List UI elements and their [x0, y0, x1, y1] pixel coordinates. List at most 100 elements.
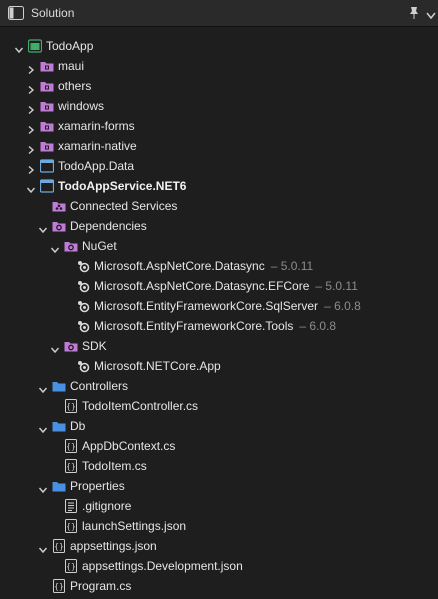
chevron-right-icon[interactable]: [26, 61, 36, 75]
chevron-right-icon[interactable]: [26, 81, 36, 95]
package-version: – 5.0.11: [315, 279, 358, 293]
connected-services-icon: [52, 199, 66, 213]
tree-item-label: Program.cs: [70, 579, 132, 593]
tree-item-label: SDK: [82, 339, 107, 353]
folder-icon: [52, 479, 66, 493]
tree-item-appdbcontext-cs[interactable]: {} AppDbContext.cs: [0, 436, 438, 456]
tree-item-label: xamarin-forms: [58, 119, 135, 133]
tree-item-label: AppDbContext.cs: [82, 439, 176, 453]
solution-pad-header: Solution: [0, 0, 438, 27]
tree-item-microsoft-netcore-app[interactable]: Microsoft.NETCore.App: [0, 356, 438, 376]
tree-item-nuget[interactable]: NuGet: [0, 236, 438, 256]
tree-item-label: others: [58, 79, 92, 93]
tree-item-program-cs[interactable]: {} Program.cs: [0, 576, 438, 596]
chevron-right-icon[interactable]: [26, 161, 36, 175]
chevron-down-icon[interactable]: [38, 421, 48, 434]
tree-item-label: TodoApp.Data: [58, 159, 135, 173]
code-file-icon: {}: [64, 459, 78, 473]
sidebar-toggle-icon[interactable]: [8, 6, 24, 23]
package-icon: [76, 299, 90, 313]
dependencies-folder-icon: [64, 339, 78, 353]
tree-item-label: windows: [58, 99, 105, 113]
tree-item-properties[interactable]: Properties: [0, 476, 438, 496]
tree-item-xamarin-native[interactable]: xamarin-native: [0, 136, 438, 156]
code-file-icon: {}: [64, 439, 78, 453]
chevron-down-icon[interactable]: [426, 9, 436, 23]
package-icon: [76, 259, 90, 273]
tree-item-windows[interactable]: windows: [0, 96, 438, 116]
chevron-down-icon[interactable]: [38, 221, 48, 234]
tree-item-label: .gitignore: [82, 499, 132, 513]
chevron-down-icon[interactable]: [26, 181, 36, 194]
text-file-icon: [64, 499, 78, 513]
solution-folder-icon: [40, 79, 54, 93]
tree-item-label: Dependencies: [70, 219, 147, 233]
package-version: – 5.0.11: [270, 259, 314, 273]
tree-item-appsettings-json[interactable]: {} appsettings.json: [0, 536, 438, 556]
tree-item-microsoft-entityframeworkcore-sqlserver[interactable]: Microsoft.EntityFrameworkCore.SqlServer –…: [0, 296, 438, 316]
chevron-down-icon[interactable]: [50, 241, 60, 254]
svg-text:{}: {}: [54, 582, 64, 591]
solution-folder-icon: [40, 139, 54, 153]
chevron-down-icon[interactable]: [38, 381, 48, 394]
tree-item-label: maui: [58, 59, 85, 73]
code-file-icon: {}: [64, 399, 78, 413]
tree-item-xamarin-forms[interactable]: xamarin-forms: [0, 116, 438, 136]
package-version: – 6.0.8: [299, 319, 337, 333]
tree-item-todoapp[interactable]: TodoApp: [0, 36, 438, 56]
tree-item-label: Properties: [70, 479, 125, 493]
tree-item-label: launchSettings.json: [82, 519, 187, 533]
tree-item-label: TodoItem.cs: [82, 459, 147, 473]
tree-item-label: Microsoft.EntityFrameworkCore.SqlServer –…: [94, 299, 361, 313]
pin-icon[interactable]: [409, 6, 419, 23]
tree-item-appsettings-development-json[interactable]: {} appsettings.Development.json: [0, 556, 438, 576]
chevron-down-icon[interactable]: [50, 341, 60, 354]
solution-folder-icon: [40, 119, 54, 133]
tree-item-label: xamarin-native: [58, 139, 137, 153]
tree-item-others[interactable]: others: [0, 76, 438, 96]
project-icon: [39, 159, 55, 173]
tree-item-dependencies[interactable]: Dependencies: [0, 216, 438, 236]
tree-item-gitignore[interactable]: .gitignore: [0, 496, 438, 516]
svg-text:{}: {}: [66, 522, 76, 531]
svg-text:{}: {}: [54, 542, 64, 551]
solution-tree: TodoApp maui others windows xamarin-forms xam…: [0, 36, 438, 596]
code-file-icon: {}: [52, 539, 66, 553]
tree-item-todoitem-cs[interactable]: {} TodoItem.cs: [0, 456, 438, 476]
tree-item-label: Microsoft.AspNetCore.Datasync.EFCore – 5.…: [94, 279, 358, 293]
tree-item-label: Connected Services: [70, 199, 178, 213]
tree-item-sdk[interactable]: SDK: [0, 336, 438, 356]
tree-item-db[interactable]: Db: [0, 416, 438, 436]
tree-item-launchsettings-json[interactable]: {} launchSettings.json: [0, 516, 438, 536]
tree-item-label: TodoItemController.cs: [82, 399, 199, 413]
folder-icon: [52, 379, 66, 393]
solution-icon: [27, 39, 43, 53]
tree-item-label: Controllers: [70, 379, 129, 393]
tree-item-microsoft-aspnetcore-datasync[interactable]: Microsoft.AspNetCore.Datasync – 5.0.11: [0, 256, 438, 276]
tree-item-todoappservice-net6[interactable]: TodoAppService.NET6: [0, 176, 438, 196]
tree-item-label: NuGet: [82, 239, 117, 253]
svg-text:{}: {}: [66, 402, 76, 411]
tree-item-label: Microsoft.EntityFrameworkCore.Tools – 6.0…: [94, 319, 337, 333]
tree-item-todoapp-data[interactable]: TodoApp.Data: [0, 156, 438, 176]
tree-item-label: TodoAppService.NET6: [58, 179, 187, 193]
package-icon: [76, 279, 90, 293]
chevron-down-icon[interactable]: [14, 41, 24, 54]
code-file-icon: {}: [64, 559, 78, 573]
chevron-right-icon[interactable]: [26, 141, 36, 155]
folder-icon: [52, 419, 66, 433]
tree-item-label: appsettings.json: [70, 539, 157, 553]
chevron-right-icon[interactable]: [26, 121, 36, 135]
package-icon: [76, 359, 90, 373]
tree-item-todoitemcontroller-cs[interactable]: {} TodoItemController.cs: [0, 396, 438, 416]
chevron-down-icon[interactable]: [38, 541, 48, 554]
chevron-down-icon[interactable]: [38, 481, 48, 494]
svg-text:{}: {}: [66, 442, 76, 451]
tree-item-connected-services[interactable]: Connected Services: [0, 196, 438, 216]
tree-item-microsoft-entityframeworkcore-tools[interactable]: Microsoft.EntityFrameworkCore.Tools – 6.0…: [0, 316, 438, 336]
tree-item-controllers[interactable]: Controllers: [0, 376, 438, 396]
chevron-right-icon[interactable]: [26, 101, 36, 115]
tree-item-maui[interactable]: maui: [0, 56, 438, 76]
package-version: – 6.0.8: [324, 299, 361, 313]
tree-item-microsoft-aspnetcore-datasync-efcore[interactable]: Microsoft.AspNetCore.Datasync.EFCore – 5.…: [0, 276, 438, 296]
